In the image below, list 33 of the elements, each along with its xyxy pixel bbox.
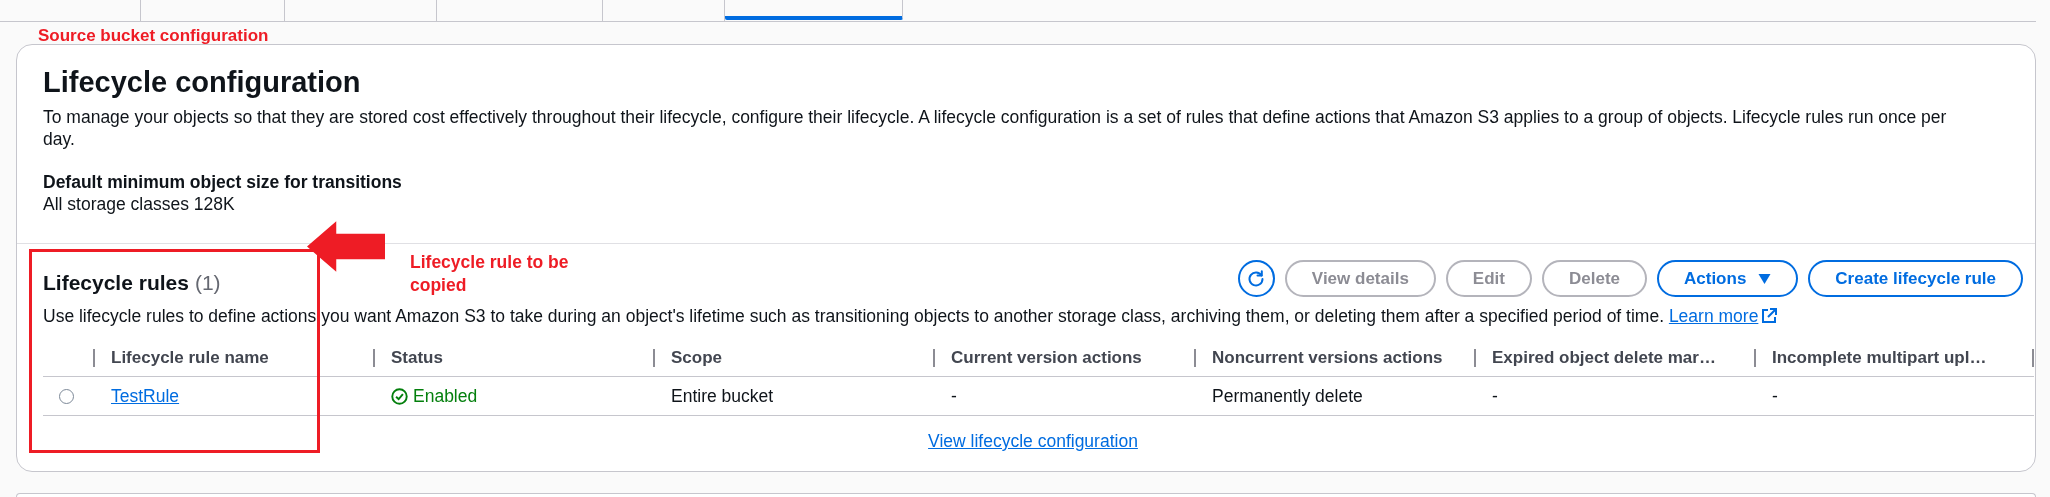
tab[interactable] (725, 0, 903, 20)
view-configuration-link[interactable]: View lifecycle configuration (928, 431, 1138, 451)
rule-name-link[interactable]: TestRule (111, 385, 180, 407)
column-header[interactable]: Scope (671, 348, 723, 368)
table-cell: - (951, 385, 957, 407)
column-header[interactable]: Status (391, 348, 443, 368)
status-text: Enabled (413, 385, 478, 407)
column-header[interactable]: Noncurrent versions actions (1212, 348, 1443, 368)
refresh-button[interactable] (1237, 260, 1275, 297)
column-header[interactable]: Lifecycle rule name (111, 348, 269, 368)
caret-icon (1758, 273, 1772, 284)
external-link-icon (1761, 308, 1778, 324)
table-cell: Entire bucket (671, 385, 774, 407)
field-label: Default minimum object size for transitions (43, 171, 403, 193)
description: To manage your objects so that they are stored cost effectively throughout their lifecycle, configure their lifecycle. A lifecycle configuration is a set of rules that define actions that Amazon S3 applies to a group of objects. Lifecycle rules run once per day. (43, 106, 1948, 150)
section-title: Lifecycle rules (43, 270, 189, 295)
section-title: Lifecycle configuration (43, 65, 362, 100)
action-button[interactable]: Create lifecycle rule (1808, 260, 2023, 297)
rule-count: (1) (194, 270, 221, 295)
description: Use lifecycle rules to define actions you want Amazon S3 to take during an object's lifetime such as transitioning objects to another storage class, archiving them, or deleting them after a specified period of time. Learn more (43, 305, 2023, 327)
check-circle-icon (391, 387, 408, 405)
column-header[interactable]: Incomplete multipart upl… (1772, 348, 1987, 368)
table-cell: - (1492, 385, 1498, 407)
actions-dropdown[interactable]: Actions (1657, 260, 1799, 297)
learn-more-link[interactable]: Learn more (1668, 306, 1778, 326)
annotation-text: Source bucket configuration (37, 25, 270, 44)
column-header[interactable]: Current version actions (951, 348, 1142, 368)
field-value: All storage classes 128K (43, 193, 236, 215)
table-cell: Permanently delete (1212, 385, 1363, 407)
table-cell: - (1772, 385, 1778, 407)
arrow-icon (307, 221, 385, 272)
column-header[interactable]: Expired object delete mar… (1492, 348, 1716, 368)
annotation-text: Lifecycle rule to be copied (410, 251, 570, 297)
